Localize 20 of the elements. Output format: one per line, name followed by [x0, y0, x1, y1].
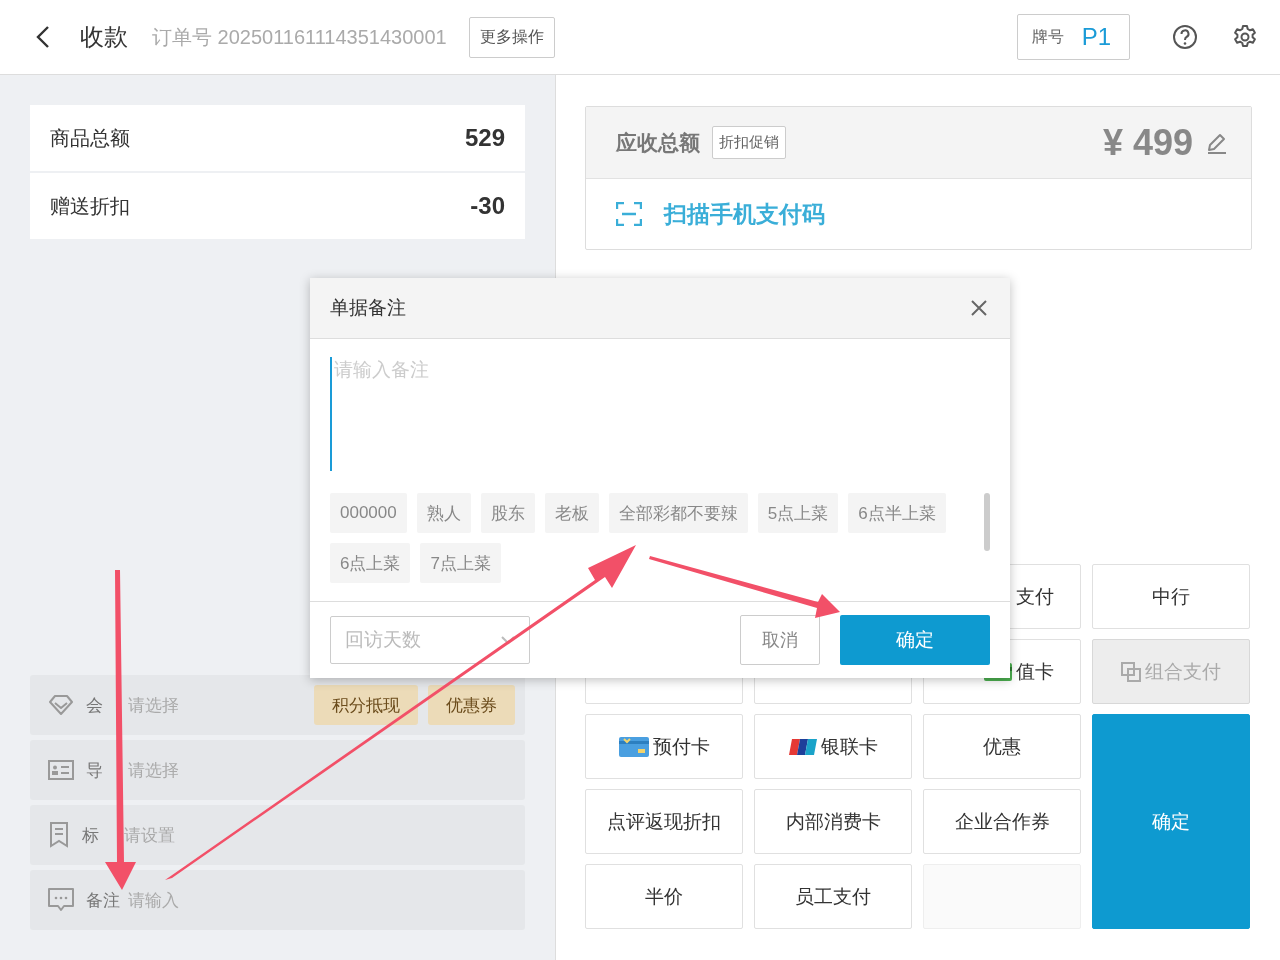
summary-value: -30	[470, 192, 505, 220]
summary-value: 529	[464, 124, 505, 152]
receivable-label: 应收总额	[616, 129, 700, 156]
summary-label: 商品总额	[50, 125, 130, 151]
scan-label: 扫描手机支付码	[664, 199, 825, 229]
summary-label: 赠送折扣	[50, 193, 130, 219]
dialog-title: 单据备注	[330, 296, 406, 320]
option-value: 请选择	[128, 759, 179, 782]
option-label: 备注	[86, 889, 120, 912]
page-title: 收款	[80, 22, 128, 52]
plate-label: 牌号	[1031, 26, 1064, 47]
option-value: 请选择	[128, 694, 179, 717]
plate-value: P1	[1081, 23, 1111, 51]
option-label: 标	[82, 824, 100, 847]
receivable-amount: ¥ 499	[1102, 121, 1193, 164]
order-number: 订单号 202501161114351430001	[152, 24, 447, 50]
option-value: 请设置	[124, 824, 175, 847]
option-label: 会	[86, 694, 104, 717]
option-value: 请输入	[128, 889, 179, 912]
option-label: 导	[86, 759, 104, 782]
